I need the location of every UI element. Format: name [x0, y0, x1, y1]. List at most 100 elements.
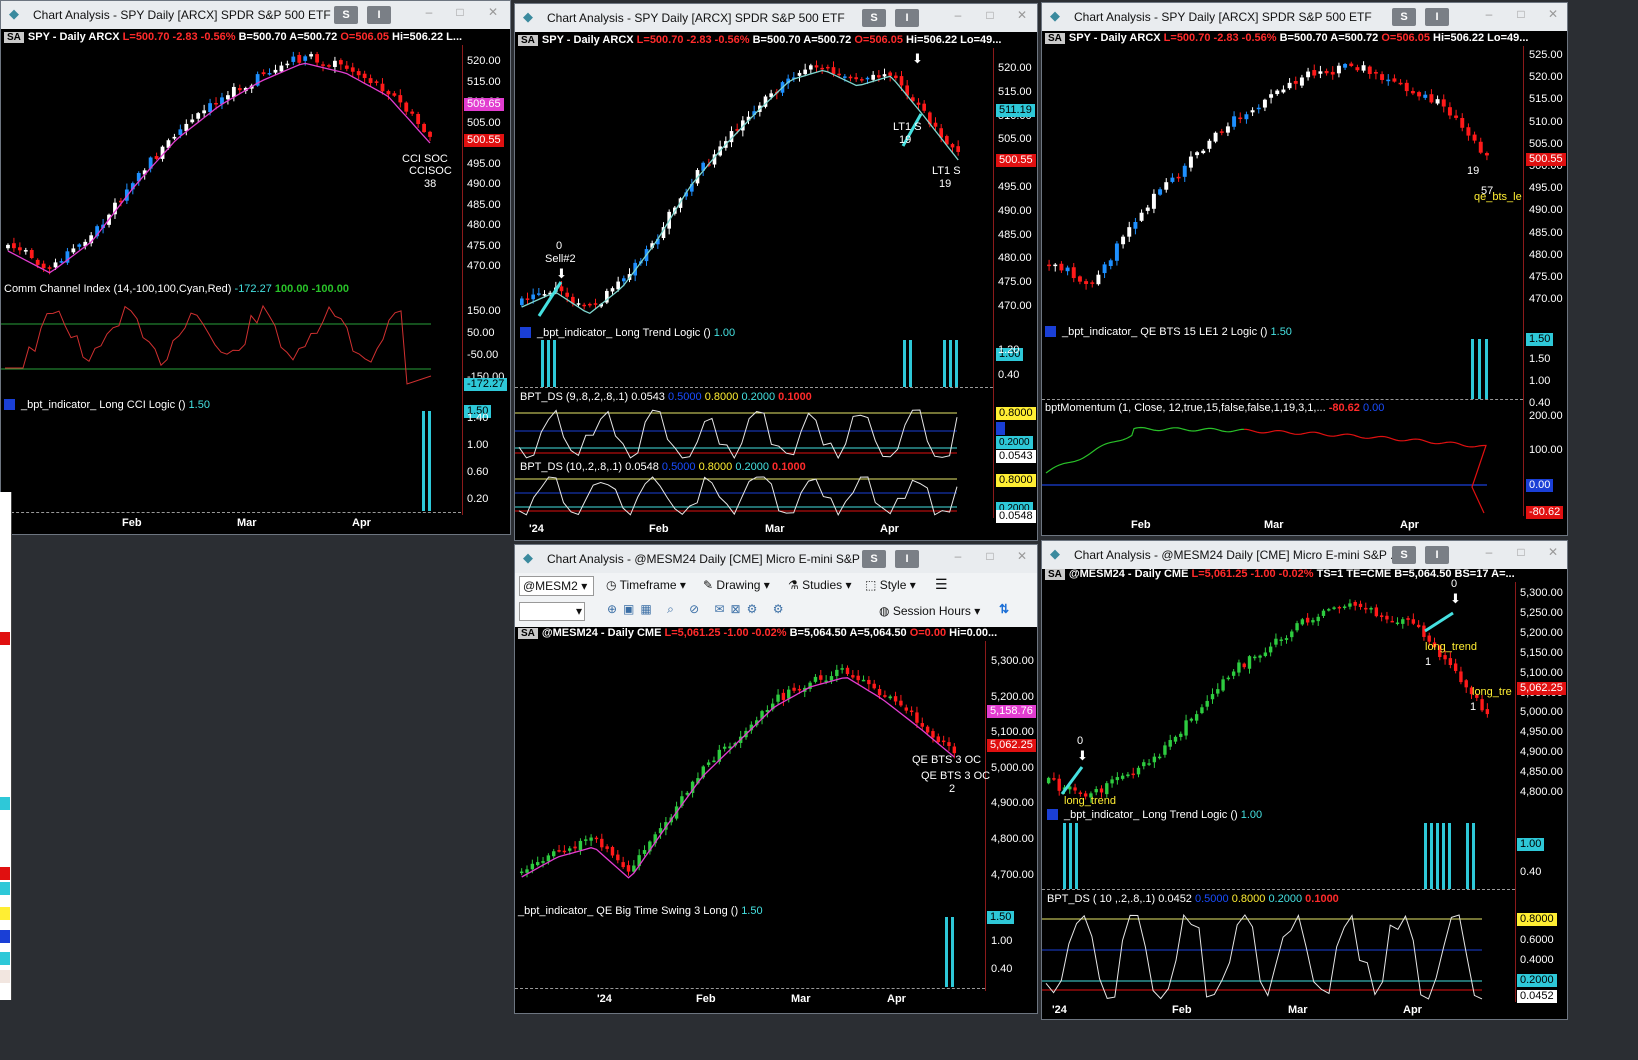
ds-line — [518, 476, 958, 517]
candle-body — [594, 837, 599, 840]
timeframe-menu[interactable]: ◷ Timeframe ▾ — [606, 578, 686, 592]
indicator-menu-button[interactable]: I — [895, 9, 919, 27]
ds-upper-tag: 0.8000 — [1517, 913, 1557, 926]
momentum-plot[interactable] — [1042, 415, 1523, 518]
price-plot[interactable] — [1, 45, 461, 285]
sa-badge[interactable]: SA — [4, 32, 24, 43]
candle-body — [1102, 264, 1107, 274]
studies-menu[interactable]: ⚗ Studies ▾ — [788, 578, 852, 592]
background-window-edge[interactable] — [0, 492, 12, 1000]
cci-plot[interactable] — [1, 296, 461, 396]
candle-body — [871, 74, 875, 80]
sa-badge[interactable]: SA — [518, 628, 538, 639]
candles — [519, 664, 957, 878]
minimize-icon[interactable]: – — [951, 8, 965, 24]
symbol-menu-button[interactable]: S — [1392, 546, 1416, 564]
candle-body — [525, 869, 529, 873]
candle-body — [1337, 606, 1342, 609]
sa-badge[interactable]: SA — [1045, 569, 1065, 580]
ds-plot-2[interactable] — [515, 474, 993, 520]
toolbar-icon-row[interactable]: ⊕▣▦ ⌕ ⊘ ✉⊠⚙ ⚙ — [607, 602, 789, 617]
symbol-input[interactable]: @MESM2 ▾ — [519, 576, 594, 596]
momentum-value-tag: -80.62 — [1526, 506, 1564, 519]
candles — [520, 60, 960, 310]
price-plot[interactable] — [515, 48, 993, 328]
ds-plot[interactable] — [1042, 907, 1515, 1003]
axis-tick-label: 515.00 — [467, 75, 501, 88]
candle-body — [1454, 115, 1459, 118]
window-title: Chart Analysis - @MESM24 Daily [CME] Mic… — [1074, 548, 1401, 562]
window-title-bar[interactable]: ◆ Chart Analysis - SPY Daily [ARCX] SPDR… — [515, 4, 1037, 32]
symbol-menu-button[interactable]: S — [862, 9, 886, 27]
window-title-bar[interactable]: ◆ Chart Analysis - SPY Daily [ARCX] SPDR… — [1042, 3, 1567, 31]
axis-tick-label: 520.00 — [467, 55, 501, 67]
minimize-icon[interactable]: – — [1482, 545, 1496, 561]
indicator-menu-button[interactable]: I — [895, 550, 919, 568]
close-icon[interactable]: ✕ — [1015, 549, 1029, 565]
window-title-bar[interactable]: ◆ Chart Analysis - @MESM24 Daily [CME] M… — [1042, 541, 1567, 569]
chart-window-spy-qebts[interactable]: ◆ Chart Analysis - SPY Daily [ARCX] SPDR… — [1041, 2, 1568, 536]
arrow-down-icon: ⬇ — [912, 51, 923, 66]
candle-body — [525, 298, 530, 300]
candle-body — [1168, 740, 1172, 747]
ds-plot-1[interactable] — [515, 404, 993, 464]
symbol-menu-button[interactable]: S — [334, 6, 358, 24]
candle-body — [1305, 617, 1310, 623]
close-icon[interactable]: ✕ — [1546, 545, 1560, 561]
indicator-menu-button[interactable]: I — [1425, 8, 1449, 26]
symbol-menu-button[interactable]: S — [1392, 8, 1416, 26]
bar-spacing-icon[interactable]: ⇅ — [999, 602, 1009, 616]
candle-body — [848, 76, 853, 79]
maximize-icon[interactable]: □ — [1514, 545, 1528, 561]
price-plot[interactable] — [1042, 582, 1515, 807]
drawing-menu[interactable]: ✎ Drawing ▾ — [703, 578, 770, 592]
close-icon[interactable]: ✕ — [486, 5, 500, 21]
minimize-icon[interactable]: – — [1482, 7, 1496, 23]
chart-window-spy-cci[interactable]: ◆ Chart Analysis - SPY Daily [ARCX] SPDR… — [0, 0, 511, 535]
candle-body — [1225, 126, 1230, 133]
interval-select[interactable]: ▾ — [519, 602, 585, 621]
sa-badge[interactable]: SA — [1045, 33, 1065, 44]
indicator-bar — [1424, 823, 1427, 889]
chart-window-mes-longtrend[interactable]: ◆ Chart Analysis - @MESM24 Daily [CME] M… — [1041, 540, 1568, 1020]
candle-body — [1145, 207, 1150, 211]
indicator-menu-button[interactable]: I — [367, 6, 391, 24]
window-title-bar[interactable]: ◆ Chart Analysis - SPY Daily [ARCX] SPDR… — [1, 1, 510, 29]
chart-window-mes-bigtimeswing[interactable]: ◆ Chart Analysis - @MESM24 Daily [CME] M… — [514, 544, 1038, 1014]
candle-body — [368, 78, 373, 84]
axis-tick-label: 510.00 — [1529, 115, 1563, 128]
window-title: Chart Analysis - SPY Daily [ARCX] SPDR S… — [1074, 10, 1372, 24]
ds-value-tag: 0.0452 — [1517, 990, 1557, 1003]
price-plot[interactable] — [1042, 46, 1523, 321]
candle-body — [1466, 127, 1471, 136]
style-menu[interactable]: ⬚ Style ▾ — [865, 578, 916, 592]
minimize-icon[interactable]: – — [951, 549, 965, 565]
axis-tick-label: 490.00 — [467, 178, 501, 190]
candle-body — [1316, 616, 1320, 622]
price-plot[interactable] — [515, 641, 985, 891]
close-icon[interactable]: ✕ — [1546, 7, 1560, 23]
axis-tick-label: 0.40 — [998, 369, 1020, 381]
sa-badge[interactable]: SA — [518, 35, 538, 46]
ma-value-tag: 511.19 — [996, 104, 1035, 117]
session-hours-menu[interactable]: ◍ Session Hours ▾ — [879, 604, 980, 618]
window-title-bar[interactable]: ◆ Chart Analysis - @MESM24 Daily [CME] M… — [515, 545, 1037, 573]
maximize-icon[interactable]: □ — [453, 5, 467, 21]
candle-body — [797, 688, 802, 691]
symbol-menu-button[interactable]: S — [862, 550, 886, 568]
chart-window-spy-longtrend[interactable]: ◆ Chart Analysis - SPY Daily [ARCX] SPDR… — [514, 3, 1038, 541]
maximize-icon[interactable]: □ — [983, 8, 997, 24]
chart-toolbar: @MESM2 ▾ ◷ Timeframe ▾ ✎ Drawing ▾ ⚗ Stu… — [515, 573, 1037, 627]
close-icon[interactable]: ✕ — [1015, 8, 1029, 24]
pencil-icon: ✎ — [703, 578, 714, 592]
candle-body — [537, 293, 541, 295]
maximize-icon[interactable]: □ — [1514, 7, 1528, 23]
candle-body — [831, 67, 836, 75]
candle-body — [1460, 118, 1465, 128]
minimize-icon[interactable]: – — [422, 5, 436, 21]
candle-body — [936, 736, 941, 743]
maximize-icon[interactable]: □ — [983, 549, 997, 565]
indicator-menu-button[interactable]: I — [1425, 546, 1449, 564]
layout-icon[interactable]: ☰ — [935, 576, 948, 593]
indicator-icon — [520, 327, 531, 338]
